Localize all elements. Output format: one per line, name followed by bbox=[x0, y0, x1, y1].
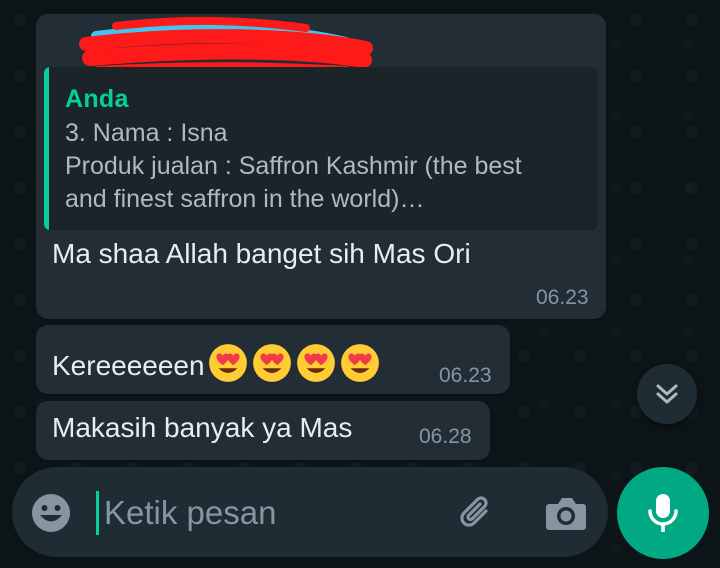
scroll-to-bottom-button[interactable] bbox=[637, 364, 697, 424]
camera-icon[interactable] bbox=[543, 492, 589, 534]
message-bubble-1[interactable]: Anda 3. Nama : Isna Produk jualan : Saff… bbox=[36, 14, 606, 319]
quote-line: Produk jualan : Saffron Kashmir (the bes… bbox=[65, 152, 522, 180]
message-text-row: Kereeeeeen bbox=[52, 342, 381, 384]
message-composer bbox=[12, 467, 608, 557]
message-text: Makasih banyak ya Mas bbox=[52, 412, 353, 443]
heart-eyes-emoji-icon bbox=[340, 344, 379, 382]
heart-eyes-emoji-icon bbox=[296, 344, 335, 382]
message-time: 06.28 bbox=[419, 425, 472, 448]
message-time: 06.23 bbox=[439, 364, 492, 387]
microphone-icon bbox=[648, 494, 678, 532]
quote-line: 3. Nama : Isna bbox=[65, 119, 228, 147]
message-bubble-3[interactable]: Makasih banyak ya Mas 06.28 bbox=[36, 401, 490, 460]
quote-line: and finest saffron in the world)… bbox=[65, 185, 425, 213]
paperclip-icon[interactable] bbox=[456, 491, 500, 535]
message-time: 06.23 bbox=[536, 286, 589, 309]
message-bubble-2[interactable]: Kereeeeeen 06.23 bbox=[36, 325, 510, 394]
heart-eyes-emoji-icon bbox=[208, 344, 247, 382]
quote-author: Anda bbox=[65, 85, 129, 113]
quoted-message[interactable]: Anda 3. Nama : Isna Produk jualan : Saff… bbox=[44, 67, 598, 230]
microphone-button[interactable] bbox=[617, 467, 709, 559]
message-text: Kereeeeeen bbox=[52, 350, 205, 381]
emoji-icon[interactable] bbox=[30, 492, 72, 534]
message-input[interactable] bbox=[102, 487, 426, 539]
message-text: Ma shaa Allah banget sih Mas Ori bbox=[52, 238, 471, 269]
heart-eyes-emoji-icon bbox=[252, 344, 291, 382]
quote-accent-bar bbox=[44, 67, 49, 230]
text-caret bbox=[96, 491, 99, 535]
double-chevron-down-icon bbox=[656, 384, 678, 404]
